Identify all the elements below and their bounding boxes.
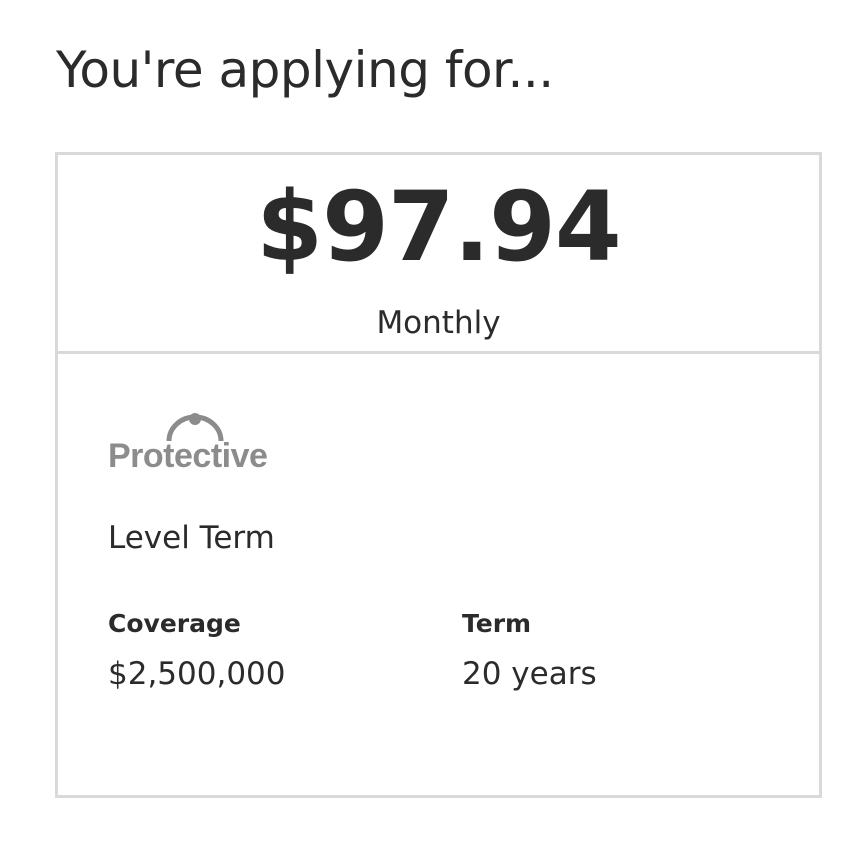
quote-card: $97.94 Monthly Protective Level Term Cov…	[55, 152, 822, 798]
payment-frequency: Monthly	[376, 305, 501, 341]
carrier-name: Protective	[108, 437, 268, 475]
term-label: Term	[462, 609, 532, 638]
coverage-stat: Coverage $2,500,000	[108, 608, 286, 694]
page-title: You're applying for...	[56, 41, 554, 99]
term-value: 20 years	[462, 656, 597, 692]
product-name: Level Term	[108, 520, 275, 556]
premium-price: $97.94	[256, 171, 621, 283]
coverage-label: Coverage	[108, 609, 241, 638]
coverage-value: $2,500,000	[108, 656, 286, 692]
term-stat: Term 20 years	[462, 608, 597, 694]
policy-details: Protective Level Term Coverage $2,500,00…	[58, 354, 819, 795]
carrier-logo: Protective	[108, 412, 282, 478]
price-section: $97.94 Monthly	[58, 155, 819, 354]
